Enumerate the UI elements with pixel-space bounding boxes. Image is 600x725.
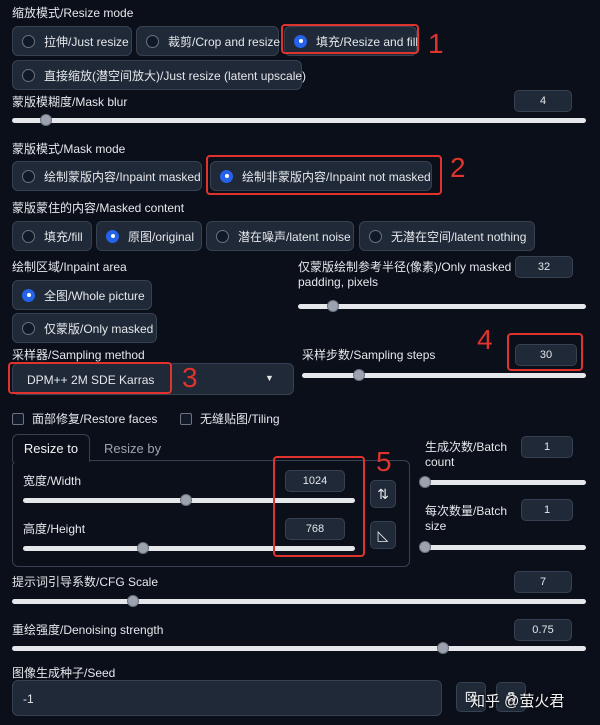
slider-thumb[interactable] <box>352 369 365 381</box>
cfg-input[interactable]: 7 <box>514 571 572 593</box>
annotation-number-2: 2 <box>450 152 466 183</box>
padding-label-line2: padding, pixels <box>298 275 379 289</box>
masked-content-label: 蒙版蒙住的内容/Masked content <box>12 201 185 215</box>
mask-blur-label: 蒙版模糊度/Mask blur <box>12 95 128 109</box>
radio-dot-selected <box>106 229 119 243</box>
slider-thumb[interactable] <box>326 300 339 312</box>
slider-thumb[interactable] <box>419 541 431 553</box>
radio-dot <box>22 34 35 48</box>
annotation-number-4: 4 <box>477 324 493 355</box>
cfg-slider[interactable] <box>12 595 586 607</box>
seed-value: -1 <box>23 692 34 706</box>
slider-thumb[interactable] <box>136 542 149 554</box>
seed-label: 图像生成种子/Seed <box>12 666 116 680</box>
sampler-label: 采样器/Sampling method <box>12 348 145 362</box>
radio-resize-and-fill[interactable]: 填充/Resize and fill <box>284 26 418 56</box>
radio-crop-and-resize[interactable]: 裁剪/Crop and resize <box>136 26 280 56</box>
mask-mode-label: 蒙版模式/Mask mode <box>12 142 126 156</box>
height-label: 高度/Height <box>23 522 86 536</box>
slider-thumb[interactable] <box>436 642 449 654</box>
checkbox-box[interactable] <box>180 412 192 425</box>
padding-input[interactable]: 32 <box>515 256 573 278</box>
tab-resize-by[interactable]: Resize by <box>104 441 161 456</box>
radio-inpaint-not-masked[interactable]: 绘制非蒙版内容/Inpaint not masked <box>210 161 432 191</box>
width-input[interactable]: 1024 <box>285 470 345 492</box>
batch-count-label-line2: count <box>425 455 455 469</box>
radio-latent-noise[interactable]: 潜在噪声/latent noise <box>206 221 354 251</box>
checkbox-box[interactable] <box>12 412 24 425</box>
radio-dot <box>216 229 229 243</box>
mask-blur-slider[interactable] <box>12 114 586 126</box>
sampler-value: DPM++ 2M SDE Karras <box>27 373 155 387</box>
radio-dot-selected <box>220 169 233 183</box>
annotation-number-5: 5 <box>376 446 392 477</box>
radio-fill[interactable]: 填充/fill <box>12 221 92 251</box>
padding-slider[interactable] <box>298 300 586 312</box>
denoise-label: 重绘强度/Denoising strength <box>12 623 164 637</box>
steps-label: 采样步数/Sampling steps <box>302 348 436 362</box>
radio-only-masked[interactable]: 仅蒙版/Only masked <box>12 313 157 343</box>
chevron-down-icon: ▼ <box>265 373 274 383</box>
batch-size-label-line1: 每次数量/Batch <box>425 504 508 518</box>
resize-mode-label: 缩放模式/Resize mode <box>12 6 134 20</box>
slider-thumb[interactable] <box>40 114 53 126</box>
annotation-number-3: 3 <box>182 362 198 393</box>
radio-dot <box>22 229 35 243</box>
radio-dot <box>22 68 35 82</box>
radio-dot <box>22 169 35 183</box>
tiling-checkbox[interactable]: 无缝贴图/Tiling <box>180 410 280 427</box>
height-slider[interactable] <box>23 542 355 554</box>
batch-count-label-line1: 生成次数/Batch <box>425 440 508 454</box>
ruler-triangle-icon: ◺ <box>377 526 389 543</box>
sampler-dropdown[interactable]: DPM++ 2M SDE Karras ▼ <box>12 363 294 395</box>
height-input[interactable]: 768 <box>285 518 345 540</box>
inpaint-area-label: 绘制区域/Inpaint area <box>12 260 127 274</box>
radio-just-resize[interactable]: 拉伸/Just resize <box>12 26 132 56</box>
restore-faces-checkbox[interactable]: 面部修复/Restore faces <box>12 410 157 427</box>
radio-original[interactable]: 原图/original <box>96 221 202 251</box>
watermark: 知乎 @萤火君 <box>470 693 565 710</box>
radio-dot <box>22 321 35 335</box>
slider-thumb[interactable] <box>179 494 192 506</box>
denoise-input[interactable]: 0.75 <box>514 619 572 641</box>
batch-count-slider[interactable] <box>419 476 586 488</box>
batch-size-slider[interactable] <box>419 541 586 553</box>
slider-thumb[interactable] <box>126 595 139 607</box>
slider-thumb[interactable] <box>419 476 431 488</box>
batch-size-label-line2: size <box>425 519 447 533</box>
batch-size-input[interactable]: 1 <box>521 499 573 521</box>
swap-dimensions-button[interactable]: ⇅ <box>370 480 396 508</box>
width-slider[interactable] <box>23 494 355 506</box>
steps-input[interactable]: 30 <box>515 344 577 366</box>
cfg-label: 提示词引导系数/CFG Scale <box>12 575 159 589</box>
aspect-ratio-button[interactable]: ◺ <box>370 521 396 549</box>
padding-label-line1: 仅蒙版绘制参考半径(像素)/Only masked <box>298 260 512 274</box>
mask-blur-input[interactable]: 4 <box>514 90 572 112</box>
radio-inpaint-masked[interactable]: 绘制蒙版内容/Inpaint masked <box>12 161 202 191</box>
denoise-slider[interactable] <box>12 642 586 654</box>
tab-resize-to[interactable]: Resize to <box>12 434 90 462</box>
radio-latent-upscale[interactable]: 直接缩放(潜空间放大)/Just resize (latent upscale) <box>12 60 306 90</box>
swap-icon: ⇅ <box>377 485 389 502</box>
seed-input[interactable]: -1 <box>12 680 442 716</box>
steps-slider[interactable] <box>302 369 586 381</box>
radio-whole-picture[interactable]: 全图/Whole picture <box>12 280 152 310</box>
radio-dot-selected <box>294 34 307 48</box>
radio-dot <box>369 229 382 243</box>
width-label: 宽度/Width <box>23 474 82 488</box>
batch-count-input[interactable]: 1 <box>521 436 573 458</box>
radio-latent-nothing[interactable]: 无潜在空间/latent nothing <box>359 221 535 251</box>
annotation-number-1: 1 <box>428 28 444 59</box>
radio-dot <box>146 34 159 48</box>
radio-dot-selected <box>22 288 35 302</box>
